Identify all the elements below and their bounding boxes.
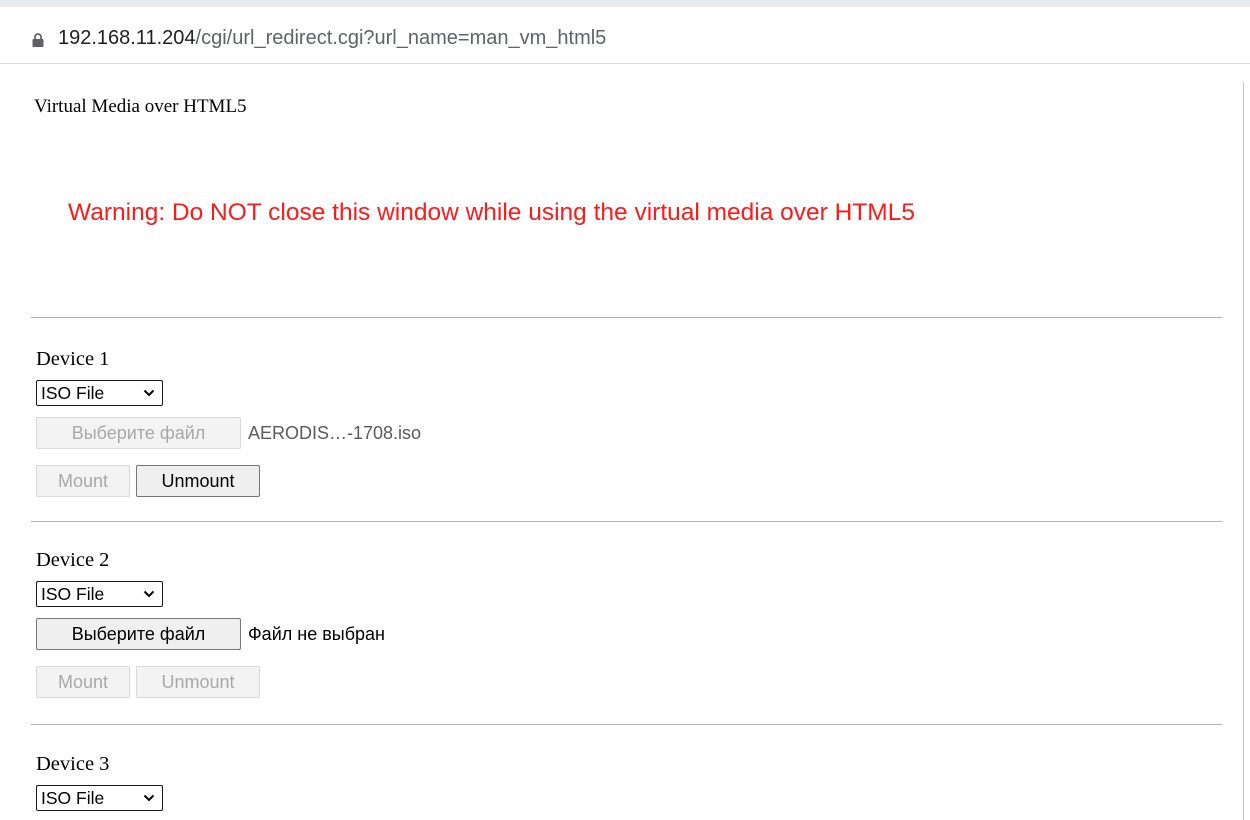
- device-1-label: Device 1: [36, 348, 110, 370]
- divider: [31, 317, 1222, 318]
- device-3-section: Device 3 ISO File: [36, 752, 163, 811]
- chevron-down-icon: [143, 590, 155, 598]
- device-3-type-select[interactable]: ISO File: [36, 785, 163, 811]
- chevron-down-icon: [143, 389, 155, 397]
- url-host: 192.168.11.204: [58, 27, 196, 49]
- device-2-section: Device 2 ISO File Выберите файл Файл не …: [36, 548, 385, 698]
- device-2-type-select[interactable]: ISO File: [36, 581, 163, 607]
- browser-top-strip: [0, 0, 1250, 7]
- device-1-unmount-button[interactable]: Unmount: [136, 465, 260, 497]
- divider: [31, 521, 1222, 522]
- device-1-mount-button[interactable]: Mount: [36, 465, 130, 497]
- device-2-unmount-button[interactable]: Unmount: [136, 666, 260, 698]
- device-2-type-value: ISO File: [41, 584, 105, 604]
- address-bar[interactable]: 192.168.11.204/cgi/url_redirect.cgi?url_…: [0, 7, 1250, 64]
- divider: [31, 724, 1222, 725]
- url-path: /cgi/url_redirect.cgi?url_name=man_vm_ht…: [195, 27, 607, 49]
- device-1-file-name: AERODIS…-1708.iso: [248, 423, 422, 443]
- device-1-section: Device 1 ISO File Выберите файл AERODIS……: [36, 347, 421, 497]
- device-3-label: Device 3: [36, 753, 110, 775]
- device-2-file-name: Файл не выбран: [248, 624, 385, 644]
- device-1-type-select[interactable]: ISO File: [36, 380, 163, 406]
- page-content: Virtual Media over HTML5 Warning: Do NOT…: [0, 64, 1243, 820]
- device-2-mount-button[interactable]: Mount: [36, 666, 130, 698]
- scrollbar-edge[interactable]: [1243, 82, 1244, 820]
- device-1-choose-file-button[interactable]: Выберите файл: [36, 417, 241, 449]
- warning-message: Warning: Do NOT close this window while …: [68, 199, 915, 226]
- chevron-down-icon: [143, 794, 155, 802]
- device-2-label: Device 2: [36, 549, 110, 571]
- device-1-type-value: ISO File: [41, 383, 105, 403]
- device-2-choose-file-button[interactable]: Выберите файл: [36, 618, 241, 650]
- device-3-type-value: ISO File: [41, 788, 105, 808]
- url-text[interactable]: 192.168.11.204/cgi/url_redirect.cgi?url_…: [58, 27, 606, 50]
- lock-icon: [32, 33, 44, 47]
- page-title: Virtual Media over HTML5: [34, 96, 247, 117]
